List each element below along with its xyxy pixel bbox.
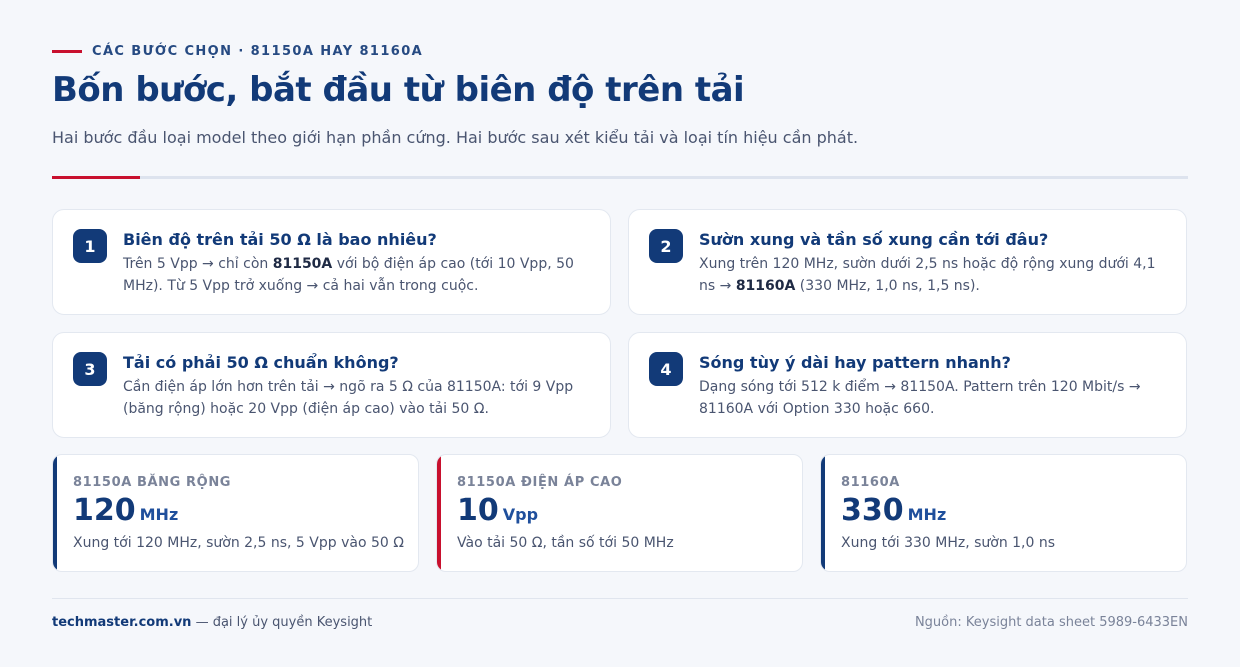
step-answer: Xung trên 120 MHz, sườn dưới 2,5 ns hoặc… [699,253,1156,297]
stat-value: 330 MHz [841,493,946,528]
stat-unit: MHz [139,505,179,524]
step-card-2: 2 Sườn xung và tần số xung cần tới đâu? … [628,209,1187,315]
stat-accent-bar [821,455,825,571]
stat-card-81160a: 81160A 330 MHz Xung tới 330 MHz, sườn 1,0… [820,454,1187,572]
stat-label: 81150A ĐIỆN ÁP CAO [457,475,623,490]
eyebrow-accent-line [52,50,82,53]
page-title: Bốn bước, bắt đầu từ biên độ trên tải [52,70,745,110]
step-answer: Cần điện áp lớn hơn trên tải → ngõ ra 5 … [123,379,574,417]
stat-label: 81150A BĂNG RỘNG [73,475,232,490]
stat-value: 120 MHz [73,493,178,528]
stat-accent-bar [53,455,57,571]
step-answer-text: (330 MHz, 1,0 ns, 1,5 ns). [795,278,980,294]
stat-description: Vào tải 50 Ω, tần số tới 50 MHz [457,535,674,551]
stat-unit: Vpp [502,505,539,524]
header-divider [52,176,1188,179]
stat-number: 10 [457,493,499,528]
step-answer-model: 81160A [735,278,796,294]
stat-description: Xung tới 120 MHz, sườn 2,5 ns, 5 Vpp vào… [73,535,404,551]
stat-card-81150a-high-voltage: 81150A ĐIỆN ÁP CAO 10 Vpp Vào tải 50 Ω, t… [436,454,803,572]
step-answer: Dạng sóng tới 512 k điểm → 81150A. Patte… [699,379,1141,417]
step-number-badge: 3 [73,352,107,386]
step-answer-model: 81150A [272,256,333,272]
footer-divider [52,598,1188,599]
step-question: Sóng tùy ý dài hay pattern nhanh? [699,353,1011,372]
page-subtitle: Hai bước đầu loại model theo giới hạn ph… [52,128,859,147]
step-number-badge: 4 [649,352,683,386]
step-answer-text: Trên 5 Vpp → chỉ còn [123,256,273,272]
step-question: Sườn xung và tần số xung cần tới đâu? [699,230,1049,249]
header-divider-accent [52,176,140,179]
step-number-badge: 1 [73,229,107,263]
stat-card-81150a-wideband: 81150A BĂNG RỘNG 120 MHz Xung tới 120 MHz… [52,454,419,572]
stat-unit: MHz [907,505,947,524]
step-question: Biên độ trên tải 50 Ω là bao nhiêu? [123,230,437,249]
stat-description: Xung tới 330 MHz, sườn 1,0 ns [841,535,1056,551]
step-number-badge: 2 [649,229,683,263]
stat-number: 120 [73,493,136,528]
footer-site-link[interactable]: techmaster.com.vn [52,615,191,630]
eyebrow: CÁC BƯỚC CHỌN · 81150A HAY 81160A [52,44,423,59]
footer-tagline: — đại lý ủy quyền Keysight [191,615,373,630]
eyebrow-text: CÁC BƯỚC CHỌN · 81150A HAY 81160A [92,44,424,59]
stat-label: 81160A [841,475,900,490]
step-card-3: 3 Tải có phải 50 Ω chuẩn không? Cần điện… [52,332,611,438]
stat-accent-bar [437,455,441,571]
stat-value: 10 Vpp [457,493,538,528]
footer-credit: techmaster.com.vn — đại lý ủy quyền Keys… [52,615,372,630]
footer-source: Nguồn: Keysight data sheet 5989-6433EN [914,615,1188,630]
step-card-1: 1 Biên độ trên tải 50 Ω là bao nhiêu? Tr… [52,209,611,315]
step-answer: Trên 5 Vpp → chỉ còn 81150A với bộ điện … [123,253,580,297]
stat-number: 330 [841,493,904,528]
step-question: Tải có phải 50 Ω chuẩn không? [123,353,399,372]
step-card-4: 4 Sóng tùy ý dài hay pattern nhanh? Dạng… [628,332,1187,438]
